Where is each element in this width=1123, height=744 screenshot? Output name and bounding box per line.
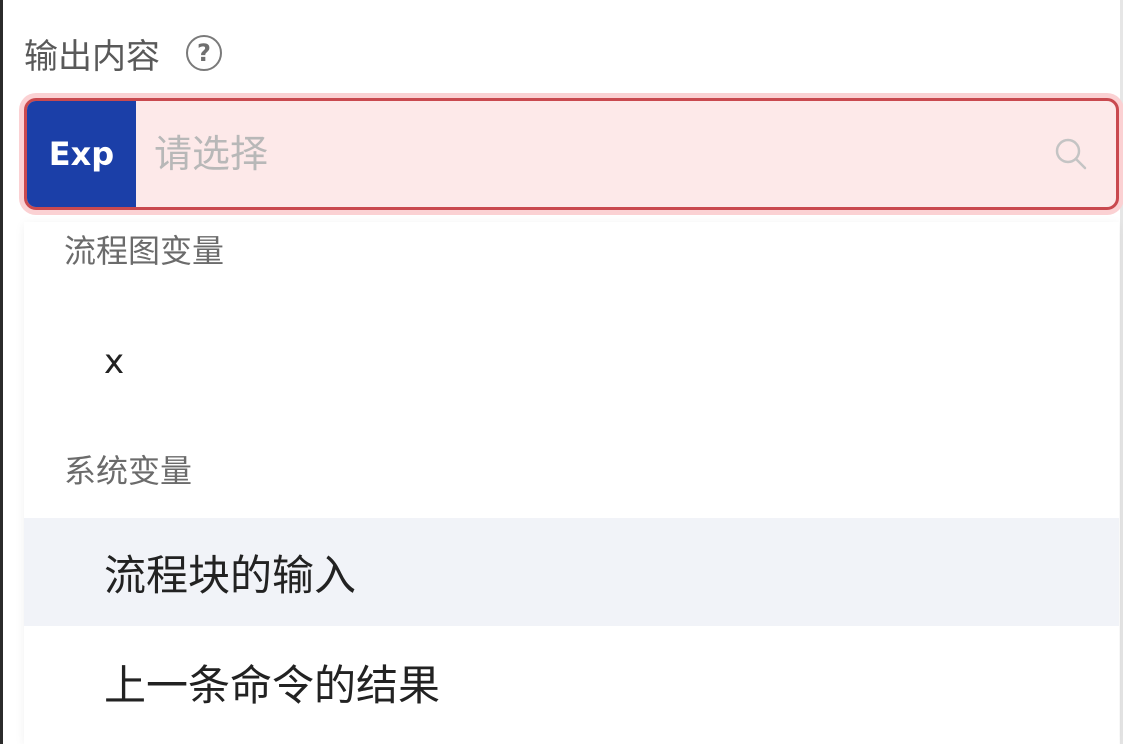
option-label: 流程块的输入 [104, 550, 357, 600]
left-divider [0, 0, 3, 744]
dropdown-option-block-input[interactable]: 流程块的输入 [24, 518, 1119, 626]
exp-tag[interactable]: Exp [27, 101, 136, 207]
expression-select[interactable]: Exp [24, 98, 1119, 210]
group-label-flow-variables: 流程图变量 [64, 232, 225, 270]
select-input[interactable] [136, 101, 1026, 207]
dropdown-option-last-result[interactable]: 上一条命令的结果 [24, 628, 1119, 736]
form-panel: 输出内容 ? Exp 流程图变量 x 系统变量 流程块的输入 上一条命令的结果 [0, 0, 1123, 744]
group-label-system-variables: 系统变量 [64, 452, 193, 490]
field-label-row: 输出内容 ? [24, 28, 222, 78]
dropdown-menu: 流程图变量 x 系统变量 流程块的输入 上一条命令的结果 [24, 222, 1119, 744]
search-icon[interactable] [1026, 101, 1116, 207]
question-circle-icon[interactable]: ? [186, 35, 222, 71]
option-label: x [104, 342, 125, 382]
field-label: 输出内容 [24, 36, 160, 77]
option-label: 上一条命令的结果 [104, 660, 441, 710]
dropdown-option-x[interactable]: x [24, 308, 1119, 416]
